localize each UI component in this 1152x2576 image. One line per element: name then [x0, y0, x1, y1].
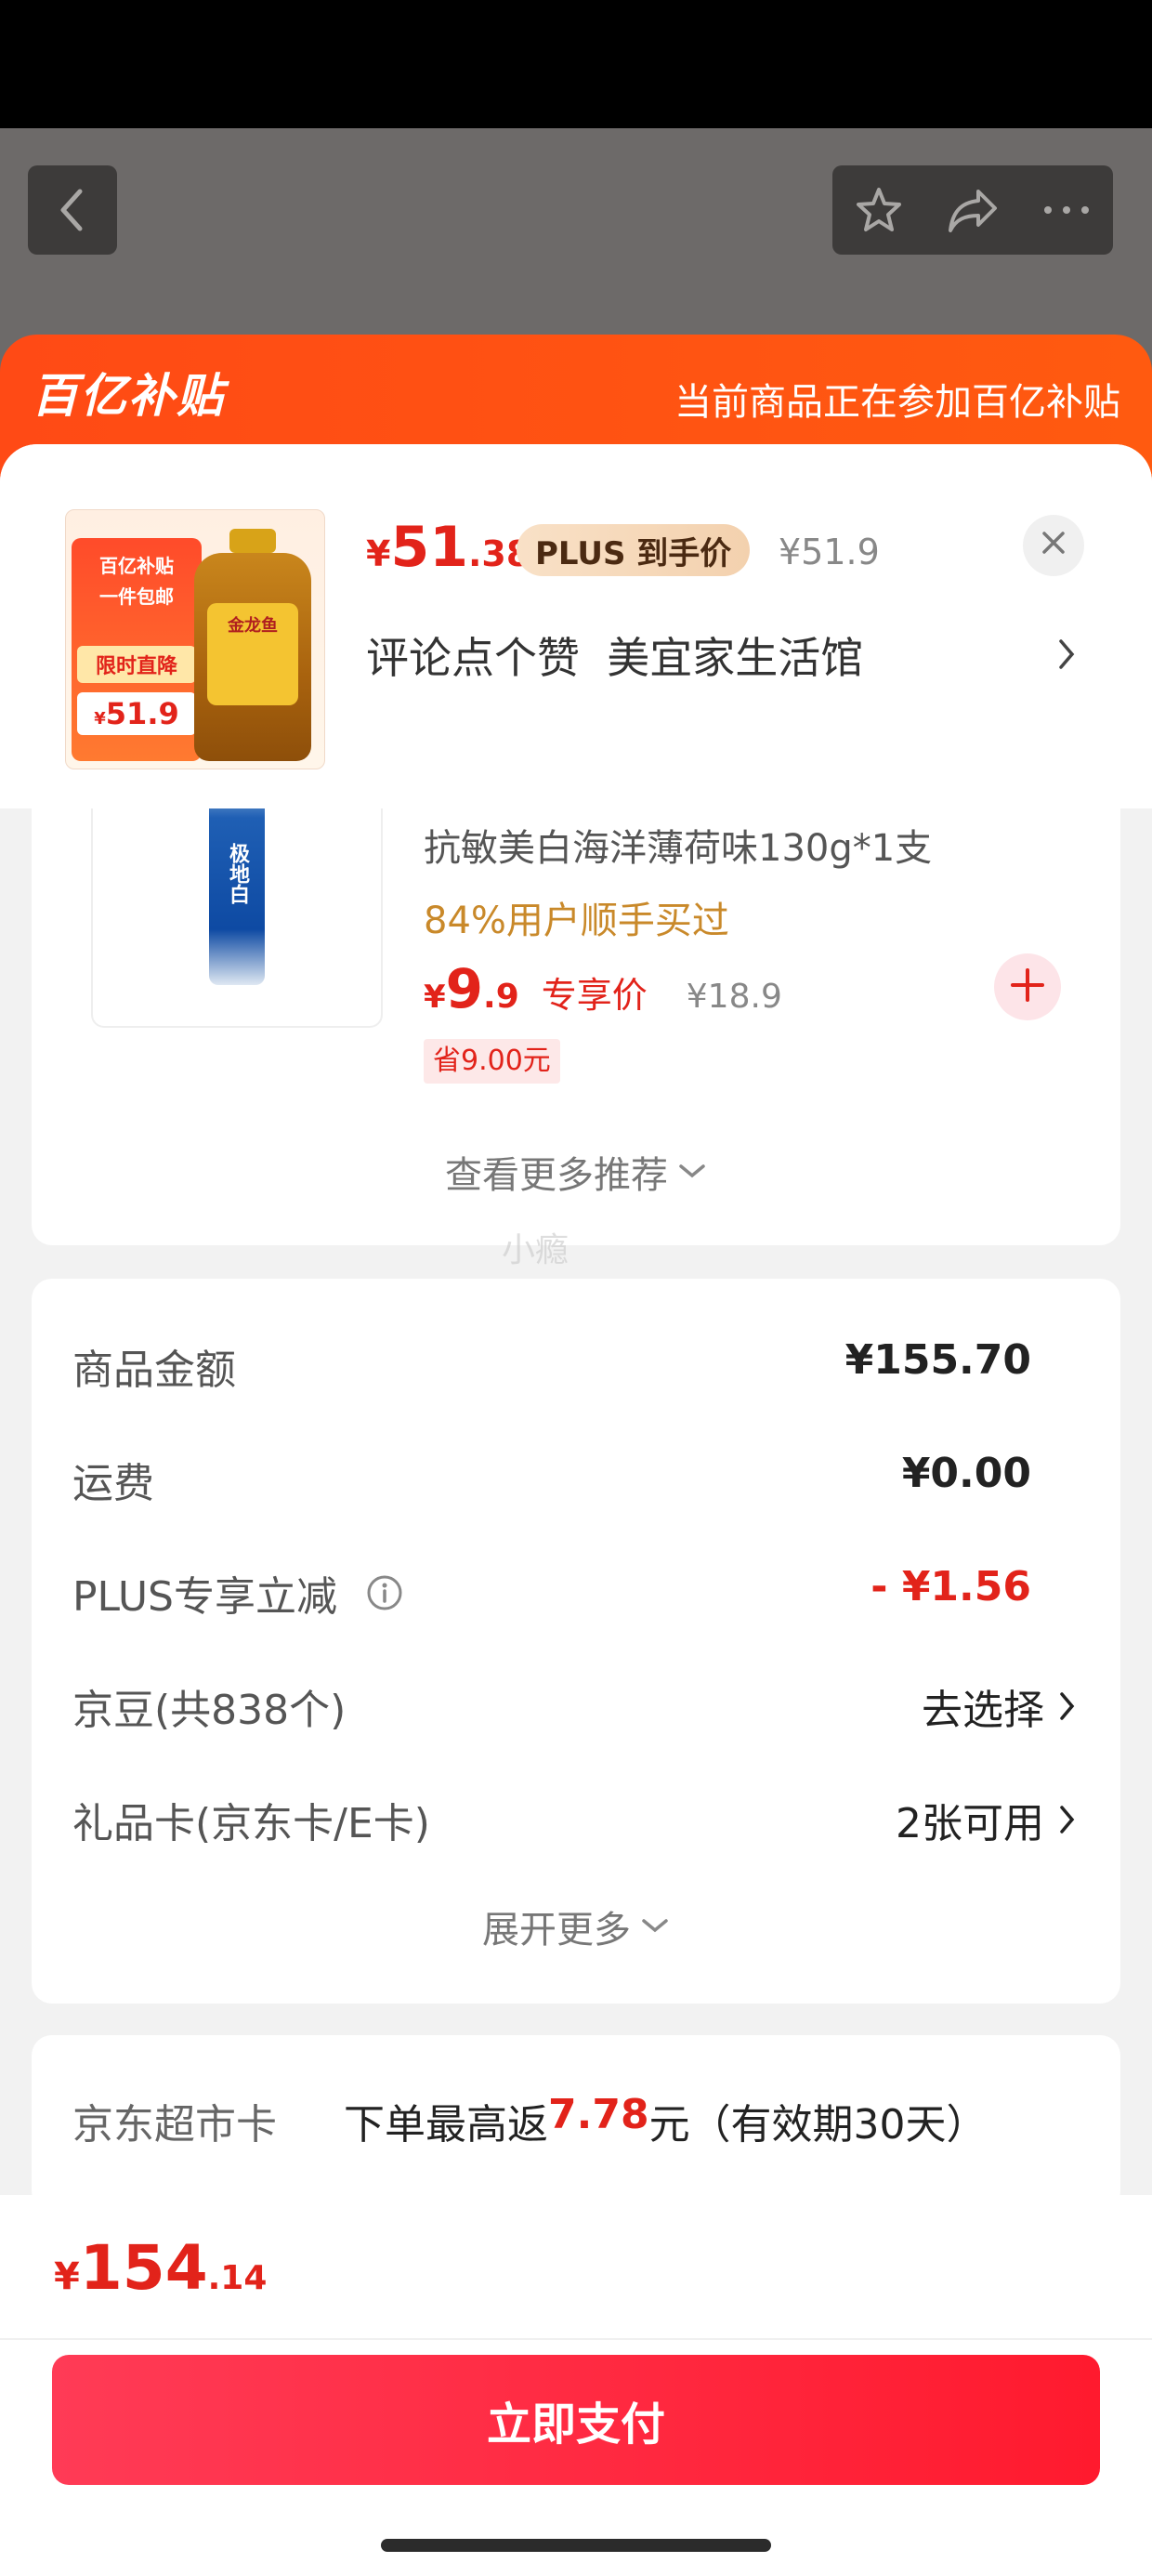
thumb-price-symbol: ¥	[94, 709, 106, 729]
footer-divider	[0, 2338, 1152, 2340]
summary-value-beans: 去选择	[922, 1687, 1044, 1734]
thumb-badge-line1: 百亿补贴	[99, 555, 174, 577]
summary-value-shipping: ¥0.00	[901, 1450, 1031, 1497]
info-icon[interactable]	[365, 1573, 404, 1612]
beans-select[interactable]: 去选择	[922, 1676, 1078, 1736]
summary-label-beans: 京豆(共838个)	[72, 1687, 347, 1734]
close-button[interactable]	[1023, 515, 1084, 576]
chevron-down-icon	[640, 1917, 670, 1936]
total-symbol: ¥	[54, 2255, 80, 2298]
price-dec: .9	[483, 978, 519, 1016]
expand-more-link[interactable]: 展开更多	[0, 1899, 1152, 1953]
plus-icon	[1009, 966, 1046, 1007]
supermarket-text: 下单最高返 7.78 元（有效期30天）	[344, 2091, 988, 2150]
original-price: ¥51.9	[779, 532, 880, 572]
recommend-item-name[interactable]: 抗敏美白海洋薄荷味130g*1支	[424, 818, 932, 872]
close-icon	[1039, 524, 1068, 567]
price-symbol: ¥	[424, 979, 446, 1016]
supermarket-amount: 7.78	[548, 2091, 649, 2138]
saving-badge: 省9.00元	[424, 1039, 560, 1084]
share-icon[interactable]	[945, 184, 1001, 236]
total-dec: .14	[207, 2259, 268, 2297]
price-int: 51	[390, 515, 468, 580]
oil-brand: 金龙鱼	[228, 616, 278, 636]
home-indicator	[381, 2539, 771, 2552]
chevron-down-icon	[677, 1163, 707, 1181]
price-tag: 专享价	[541, 975, 648, 1016]
thumb-price-value: 51.9	[105, 696, 179, 731]
oil-cap	[229, 529, 276, 553]
summary-label-shipping: 运费	[72, 1460, 154, 1507]
giftcard-select[interactable]: 2张可用	[896, 1790, 1078, 1849]
star-icon[interactable]	[853, 184, 905, 236]
more-icon[interactable]	[1041, 203, 1093, 217]
summary-label-giftcard: 礼品卡(京东卡/E卡)	[72, 1800, 430, 1847]
watermark: 小瘾	[502, 1231, 569, 1269]
subsidy-note: 当前商品正在参加百亿补贴	[674, 381, 1120, 424]
plus-discount-row: PLUS专享立减	[72, 1563, 404, 1623]
more-recommend-link[interactable]: 查看更多推荐	[0, 1145, 1152, 1199]
thumb-promo: 百亿补贴 一件包邮 限时直降 ¥51.9	[72, 538, 202, 761]
price-symbol: ¥	[366, 533, 391, 574]
subsidy-logo: 百亿补贴	[32, 369, 225, 423]
chevron-right-icon	[1057, 1803, 1078, 1836]
summary-value-plus: - ¥1.56	[871, 1563, 1031, 1610]
summary-label-plus: PLUS专享立减	[72, 1573, 337, 1621]
top-actions	[832, 165, 1113, 255]
thumb-badge-line3: 限时直降	[77, 646, 196, 683]
oil-label: 金龙鱼	[207, 603, 298, 705]
status-bar	[0, 0, 1152, 128]
thumb-badge-line2: 一件包邮	[99, 585, 174, 608]
oil-bottle: 金龙鱼	[194, 529, 311, 761]
recommend-item-price: ¥ 9 .9 专享价 ¥18.9	[424, 957, 782, 1020]
more-recommend-label: 查看更多推荐	[445, 1154, 668, 1197]
back-button[interactable]	[28, 165, 117, 255]
summary-value-giftcard: 2张可用	[896, 1800, 1044, 1847]
original-price: ¥18.9	[686, 978, 782, 1016]
supermarket-prefix: 下单最高返	[344, 2101, 548, 2149]
summary-label-goods: 商品金额	[72, 1347, 236, 1394]
product-title-chevron-icon[interactable]	[1055, 636, 1078, 677]
total-price: ¥ 154 .14	[54, 2232, 267, 2304]
recommend-item-social: 84%用户顺手买过	[424, 900, 729, 942]
summary-value-goods: ¥155.70	[844, 1336, 1031, 1384]
tube-label: 极地白	[226, 843, 249, 904]
product-title[interactable]: 评论点个赞 美宜家生活馆	[366, 624, 863, 686]
pay-now-button[interactable]: 立即支付	[52, 2355, 1100, 2485]
chevron-left-icon	[54, 186, 91, 234]
product-price: ¥ 51 .38	[366, 515, 530, 580]
supermarket-suffix: 元（有效期30天）	[648, 2101, 988, 2149]
add-to-cart-button[interactable]	[994, 953, 1061, 1020]
supermarket-label: 京东超市卡	[72, 2101, 277, 2149]
price-int: 9	[445, 957, 484, 1020]
thumb-price: ¥51.9	[77, 692, 196, 735]
plus-price-tag: PLUS 到手价	[517, 524, 751, 576]
chevron-right-icon	[1057, 1689, 1078, 1723]
expand-more-label: 展开更多	[482, 1909, 631, 1952]
product-thumbnail[interactable]: 百亿补贴 一件包邮 限时直降 ¥51.9 金龙鱼	[65, 509, 325, 769]
total-int: 154	[79, 2232, 208, 2304]
